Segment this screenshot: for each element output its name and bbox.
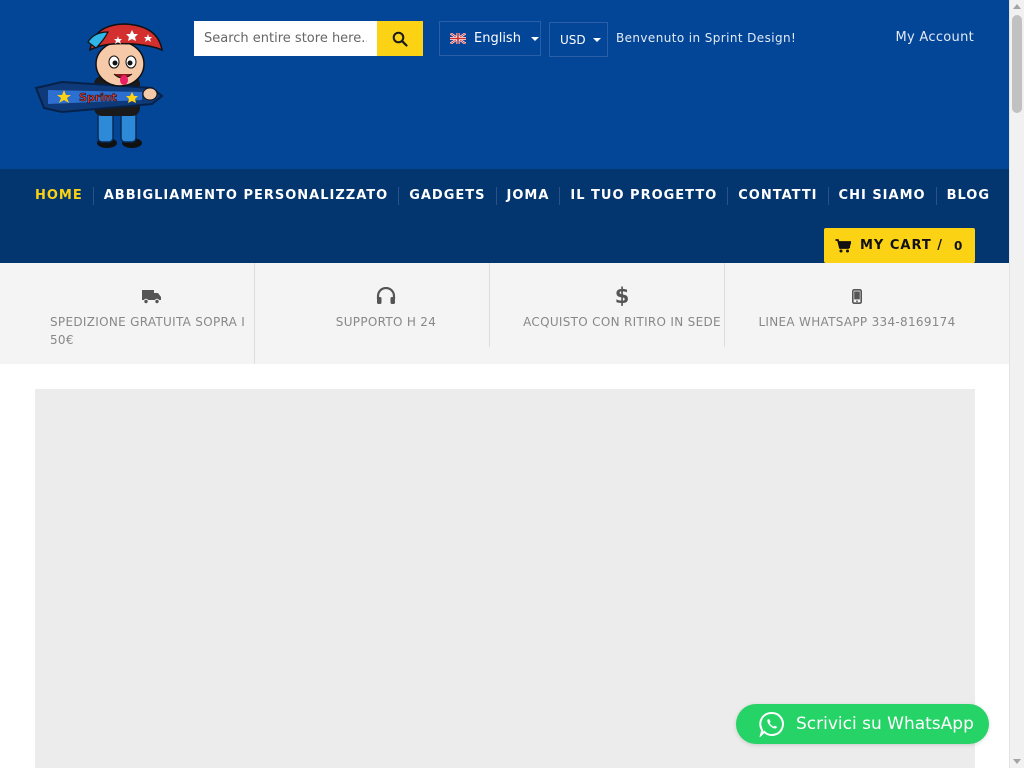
nav-menu: HOME ABBIGLIAMENTO PERSONALIZZATO GADGET… <box>35 186 1000 206</box>
my-account-link[interactable]: My Account <box>895 30 974 45</box>
nav-item-gadgets[interactable]: GADGETS <box>398 187 495 205</box>
headphones-icon <box>374 286 398 306</box>
search-button[interactable] <box>377 21 423 56</box>
feature-whatsapp-line: LINEA WHATSAPP 334-8169174 <box>725 263 1009 364</box>
nav-item-home[interactable]: HOME <box>35 187 93 205</box>
language-selector[interactable]: English <box>439 21 541 56</box>
whatsapp-icon <box>759 712 784 737</box>
feature-pickup-text: ACQUISTO CON RITIRO IN SEDE <box>523 315 721 329</box>
page-scrollbar[interactable] <box>1009 0 1024 768</box>
feature-free-shipping: SPEDIZIONE GRATUITA SOPRA I 50€ <box>50 263 255 364</box>
truck-icon <box>140 286 164 306</box>
search-bar <box>194 21 423 56</box>
nav-item-blog[interactable]: BLOG <box>935 187 1000 205</box>
nav-item-contatti[interactable]: CONTATTI <box>727 187 827 205</box>
site-header: Sprint Search entire store here... Engli… <box>0 0 1009 169</box>
whatsapp-chat-button[interactable]: Scrivici su WhatsApp <box>736 704 989 744</box>
chevron-down-icon <box>592 37 601 42</box>
nav-item-abbigliamento-personalizzato[interactable]: ABBIGLIAMENTO PERSONALIZZATO <box>92 187 398 205</box>
feature-support: SUPPORTO H 24 <box>255 263 489 364</box>
scroll-up-arrow-icon[interactable] <box>1013 4 1021 9</box>
search-icon <box>392 31 408 47</box>
search-input[interactable] <box>194 21 377 56</box>
scrollbar-thumb[interactable] <box>1012 15 1022 113</box>
welcome-message: Benvenuto in Sprint Design! <box>616 31 797 45</box>
language-label: English <box>474 31 521 46</box>
cart-label: MY CART / <box>860 238 944 253</box>
feature-support-text: SUPPORTO H 24 <box>335 315 437 329</box>
features-strip: SPEDIZIONE GRATUITA SOPRA I 50€ SUPPORTO… <box>0 263 1009 364</box>
currency-label: USD <box>560 32 586 47</box>
chevron-down-icon <box>530 36 539 41</box>
whatsapp-button-label: Scrivici su WhatsApp <box>796 714 974 734</box>
mobile-phone-icon <box>845 286 869 306</box>
feature-free-shipping-text: SPEDIZIONE GRATUITA SOPRA I 50€ <box>50 315 246 347</box>
site-logo[interactable]: Sprint <box>34 20 166 150</box>
uk-flag-icon <box>450 33 466 44</box>
shopping-cart-icon <box>835 238 851 252</box>
feature-whatsapp-line-text: LINEA WHATSAPP 334-8169174 <box>758 315 956 329</box>
svg-text:Sprint: Sprint <box>79 91 117 104</box>
nav-item-joma[interactable]: JOMA <box>495 187 560 205</box>
nav-item-chi-siamo[interactable]: CHI SIAMO <box>827 187 936 205</box>
nav-item-il-tuo-progetto[interactable]: IL TUO PROGETTO <box>559 187 727 205</box>
currency-selector[interactable]: USD <box>549 22 608 57</box>
dollar-icon: $ <box>614 284 630 308</box>
page: Sprint Search entire store here... Engli… <box>0 0 1009 768</box>
my-cart-button[interactable]: MY CART / 0 <box>824 228 975 263</box>
mascot-logo-icon: Sprint <box>34 23 164 148</box>
feature-pickup: $ ACQUISTO CON RITIRO IN SEDE <box>490 263 724 364</box>
cart-count: 0 <box>954 238 963 253</box>
scroll-down-arrow-icon[interactable] <box>1013 759 1021 764</box>
